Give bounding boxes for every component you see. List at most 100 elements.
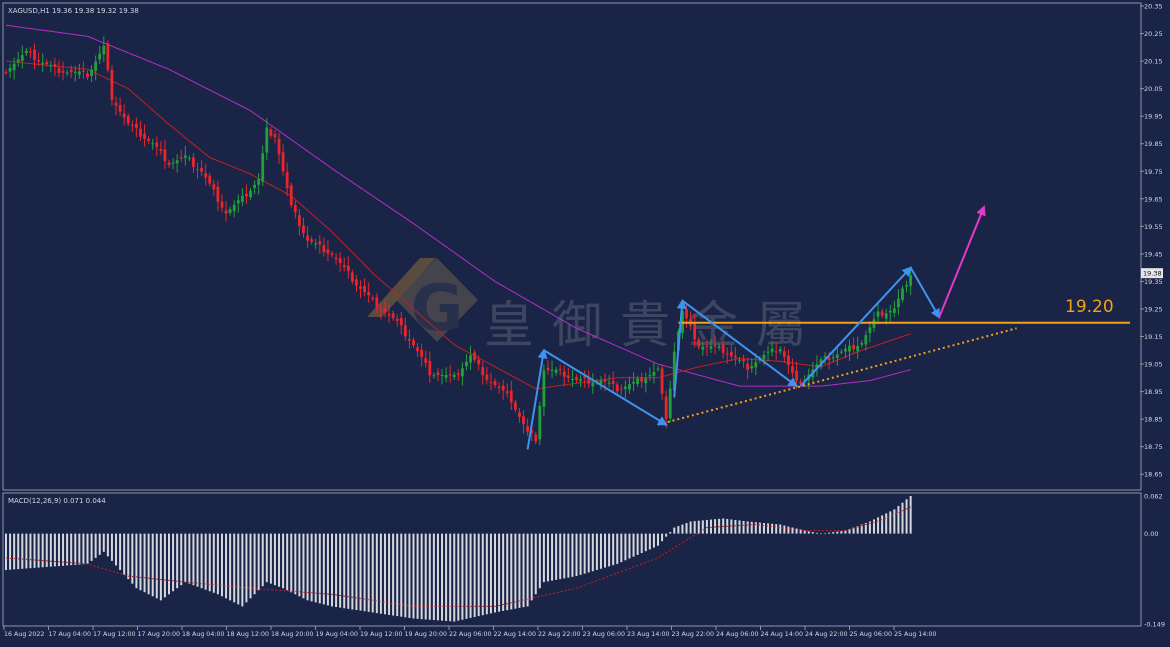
macd-histogram-bar [21,533,24,569]
price-tick-label: 18.65 [1144,471,1163,479]
macd-histogram-bar [820,533,822,535]
macd-histogram-bar [110,533,113,561]
bear-candle [334,257,338,259]
bear-candle [29,51,32,53]
macd-histogram-bar [738,520,741,534]
bear-candle [118,105,122,112]
bull-candle [20,55,24,61]
symbol-label: XAGUSD,H1 19.36 19.38 19.32 19.38 [8,7,139,15]
bull-candle [848,345,851,352]
bear-candle [143,133,146,139]
macd-histogram-bar [404,533,407,618]
bear-candle [575,376,578,381]
price-tick-label: 19.35 [1144,278,1163,286]
bear-candle [518,412,521,417]
bear-candle [493,381,497,386]
macd-histogram-bar [481,533,484,616]
macd-histogram-bar [229,533,232,601]
macd-histogram-bar [522,533,525,608]
macd-tick-label: -0.149 [1144,621,1165,629]
bear-candle [318,241,322,245]
macd-histogram-bar [355,533,358,611]
macd-histogram-bar [41,533,44,568]
macd-histogram-bar [795,528,798,534]
bear-candle [122,113,126,118]
bear-candle [497,386,501,388]
bear-candle [379,309,383,311]
macd-histogram-bar [636,533,639,555]
macd-histogram-bar [139,533,142,591]
macd-histogram-bar [212,533,215,593]
watermark-logo-letter: G [411,272,464,346]
bear-candle [196,168,199,170]
macd-histogram-bar [257,533,260,591]
bear-candle [204,173,208,178]
bear-candle [880,311,884,316]
bear-candle [395,318,399,321]
bull-candle [766,351,770,353]
bear-candle [302,225,305,234]
macd-histogram-bar [783,525,786,534]
time-tick-label: 23 Aug 22:00 [672,631,714,638]
bull-candle [599,380,603,384]
macd-histogram-bar [628,533,631,559]
macd-histogram-bar [237,533,240,605]
macd-histogram-bar [881,515,884,534]
macd-histogram-bar [220,533,223,597]
bear-candle [106,43,110,70]
bear-candle [147,138,151,141]
macd-label: MACD(12,26,9) 0.071 0.044 [8,497,106,505]
bull-candle [175,160,179,164]
macd-histogram-bar [196,533,199,587]
macd-histogram-bar [750,521,753,534]
bear-candle [566,375,570,378]
bull-candle [579,379,582,381]
bull-candle [151,143,155,145]
bull-candle [632,381,635,384]
macd-histogram-bar [811,532,814,534]
bear-candle [522,416,525,425]
bull-candle [628,384,631,390]
macd-histogram-bar [485,533,488,615]
bear-candle [346,265,350,272]
bull-candle [8,68,12,72]
macd-histogram-bar [265,533,268,583]
macd-histogram-bar [37,533,40,568]
bull-candle [314,243,318,245]
macd-histogram-bar [151,533,154,597]
macd-histogram-bar [624,533,627,561]
time-tick-label: 24 Aug 22:00 [805,631,847,638]
bull-candle [249,190,252,198]
bear-candle [383,308,387,313]
bull-candle [892,308,896,313]
macd-histogram-bar [123,533,126,575]
bull-candle [65,72,69,74]
bear-candle [139,128,142,137]
bull-candle [831,357,835,359]
macd-histogram-bar [807,531,810,534]
macd-histogram-bar [192,533,195,586]
time-tick-label: 18 Aug 12:00 [227,631,269,638]
bear-candle [420,349,424,358]
bear-candle [713,345,717,347]
bear-candle [734,356,737,359]
bear-candle [342,265,346,268]
macd-histogram-bar [208,533,211,592]
macd-histogram-bar [514,533,517,609]
bull-candle [538,405,542,440]
macd-histogram-bar [200,533,203,589]
bull-candle [905,285,908,287]
bull-candle [709,346,713,349]
bear-candle [359,286,362,289]
macd-histogram-bar [159,533,162,601]
bear-candle [558,368,562,370]
bear-candle [513,402,517,410]
price-tick-label: 19.15 [1144,333,1163,341]
bear-candle [619,388,623,390]
macd-histogram-bar [70,533,73,566]
macd-histogram-bar [155,533,158,599]
bear-candle [220,201,224,208]
macd-histogram-bar [787,526,790,534]
price-tick-label: 19.75 [1144,168,1163,176]
bull-candle [469,355,472,363]
